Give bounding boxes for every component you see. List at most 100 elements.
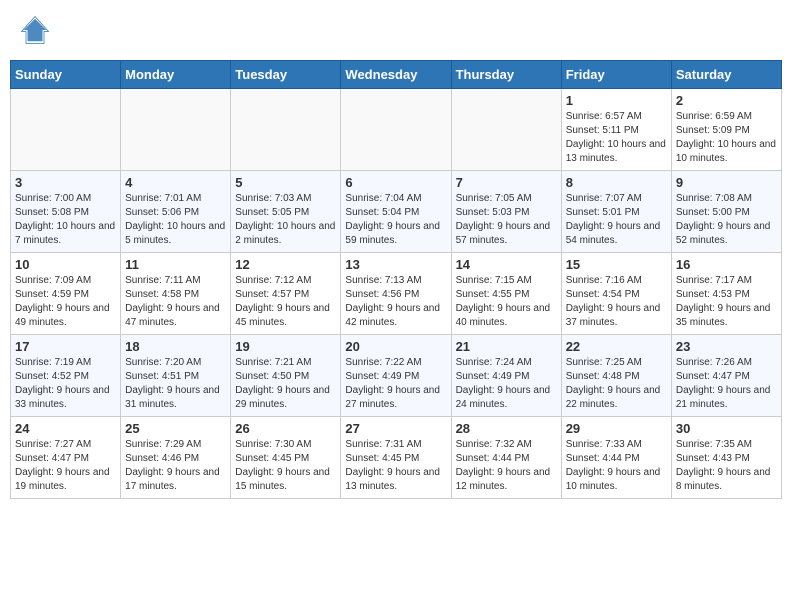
day-number: 10 <box>15 257 116 272</box>
calendar-cell: 24 Sunrise: 7:27 AM Sunset: 4:47 PM Dayli… <box>11 417 121 499</box>
day-number: 5 <box>235 175 336 190</box>
calendar-cell: 25 Sunrise: 7:29 AM Sunset: 4:46 PM Dayli… <box>121 417 231 499</box>
day-number: 22 <box>566 339 667 354</box>
day-info: Sunrise: 7:09 AM Sunset: 4:59 PM Dayligh… <box>15 274 116 330</box>
day-number: 23 <box>676 339 777 354</box>
day-number: 18 <box>125 339 226 354</box>
day-info: Sunrise: 7:16 AM Sunset: 4:54 PM Dayligh… <box>566 274 667 330</box>
calendar-cell <box>11 89 121 171</box>
calendar-cell: 11 Sunrise: 7:11 AM Sunset: 4:58 PM Dayli… <box>121 253 231 335</box>
day-number: 7 <box>456 175 557 190</box>
column-header-wednesday: Wednesday <box>341 61 451 89</box>
day-number: 16 <box>676 257 777 272</box>
column-header-tuesday: Tuesday <box>231 61 341 89</box>
day-info: Sunrise: 7:35 AM Sunset: 4:43 PM Dayligh… <box>676 438 777 494</box>
day-info: Sunrise: 7:29 AM Sunset: 4:46 PM Dayligh… <box>125 438 226 494</box>
calendar-cell: 3 Sunrise: 7:00 AM Sunset: 5:08 PM Daylig… <box>11 171 121 253</box>
day-info: Sunrise: 7:22 AM Sunset: 4:49 PM Dayligh… <box>345 356 446 412</box>
calendar-cell: 20Sunrise: 7:22 AM Sunset: 4:49 PM Dayli… <box>341 335 451 417</box>
day-info: Sunrise: 7:26 AM Sunset: 4:47 PM Dayligh… <box>676 356 777 412</box>
calendar-cell: 18 Sunrise: 7:20 AM Sunset: 4:51 PM Dayli… <box>121 335 231 417</box>
calendar-cell: 2 Sunrise: 6:59 AM Sunset: 5:09 PM Daylig… <box>671 89 781 171</box>
day-info: Sunrise: 7:04 AM Sunset: 5:04 PM Dayligh… <box>345 192 446 248</box>
day-info: Sunrise: 7:13 AM Sunset: 4:56 PM Dayligh… <box>345 274 446 330</box>
day-number: 2 <box>676 93 777 108</box>
day-number: 13 <box>345 257 446 272</box>
day-info: Sunrise: 7:32 AM Sunset: 4:44 PM Dayligh… <box>456 438 557 494</box>
calendar-cell <box>231 89 341 171</box>
calendar-cell: 7 Sunrise: 7:05 AM Sunset: 5:03 PM Daylig… <box>451 171 561 253</box>
calendar-cell: 26Sunrise: 7:30 AM Sunset: 4:45 PM Dayli… <box>231 417 341 499</box>
day-number: 8 <box>566 175 667 190</box>
day-info: Sunrise: 7:00 AM Sunset: 5:08 PM Dayligh… <box>15 192 116 248</box>
day-info: Sunrise: 7:19 AM Sunset: 4:52 PM Dayligh… <box>15 356 116 412</box>
calendar-cell: 16 Sunrise: 7:17 AM Sunset: 4:53 PM Dayli… <box>671 253 781 335</box>
day-number: 1 <box>566 93 667 108</box>
day-number: 9 <box>676 175 777 190</box>
day-info: Sunrise: 7:12 AM Sunset: 4:57 PM Dayligh… <box>235 274 336 330</box>
calendar-cell: 14 Sunrise: 7:15 AM Sunset: 4:55 PM Dayli… <box>451 253 561 335</box>
day-info: Sunrise: 7:08 AM Sunset: 5:00 PM Dayligh… <box>676 192 777 248</box>
day-number: 14 <box>456 257 557 272</box>
day-info: Sunrise: 7:15 AM Sunset: 4:55 PM Dayligh… <box>456 274 557 330</box>
day-number: 12 <box>235 257 336 272</box>
day-number: 29 <box>566 421 667 436</box>
day-number: 3 <box>15 175 116 190</box>
day-info: Sunrise: 7:11 AM Sunset: 4:58 PM Dayligh… <box>125 274 226 330</box>
calendar-cell: 22 Sunrise: 7:25 AM Sunset: 4:48 PM Dayli… <box>561 335 671 417</box>
calendar-cell: 21 Sunrise: 7:24 AM Sunset: 4:49 PM Dayli… <box>451 335 561 417</box>
day-number: 27 <box>345 421 446 436</box>
day-info: Sunrise: 7:30 AM Sunset: 4:45 PM Dayligh… <box>235 438 336 494</box>
day-number: 24 <box>15 421 116 436</box>
day-info: Sunrise: 7:24 AM Sunset: 4:49 PM Dayligh… <box>456 356 557 412</box>
calendar-cell: 13 Sunrise: 7:13 AM Sunset: 4:56 PM Dayli… <box>341 253 451 335</box>
day-info: Sunrise: 7:21 AM Sunset: 4:50 PM Dayligh… <box>235 356 336 412</box>
calendar-cell: 6 Sunrise: 7:04 AM Sunset: 5:04 PM Daylig… <box>341 171 451 253</box>
calendar-cell <box>341 89 451 171</box>
calendar-cell: 17Sunrise: 7:19 AM Sunset: 4:52 PM Dayli… <box>11 335 121 417</box>
calendar-cell: 12 Sunrise: 7:12 AM Sunset: 4:57 PM Dayli… <box>231 253 341 335</box>
day-number: 25 <box>125 421 226 436</box>
day-info: Sunrise: 7:27 AM Sunset: 4:47 PM Dayligh… <box>15 438 116 494</box>
calendar-cell: 30 Sunrise: 7:35 AM Sunset: 4:43 PM Dayli… <box>671 417 781 499</box>
day-info: Sunrise: 7:17 AM Sunset: 4:53 PM Dayligh… <box>676 274 777 330</box>
day-info: Sunrise: 7:01 AM Sunset: 5:06 PM Dayligh… <box>125 192 226 248</box>
logo <box>20 15 55 45</box>
column-header-monday: Monday <box>121 61 231 89</box>
calendar-cell: 15 Sunrise: 7:16 AM Sunset: 4:54 PM Dayli… <box>561 253 671 335</box>
day-number: 15 <box>566 257 667 272</box>
calendar-cell: 4 Sunrise: 7:01 AM Sunset: 5:06 PM Daylig… <box>121 171 231 253</box>
day-info: Sunrise: 7:07 AM Sunset: 5:01 PM Dayligh… <box>566 192 667 248</box>
calendar-cell: 10 Sunrise: 7:09 AM Sunset: 4:59 PM Dayli… <box>11 253 121 335</box>
day-info: Sunrise: 7:33 AM Sunset: 4:44 PM Dayligh… <box>566 438 667 494</box>
day-info: Sunrise: 7:03 AM Sunset: 5:05 PM Dayligh… <box>235 192 336 248</box>
calendar-cell: 23 Sunrise: 7:26 AM Sunset: 4:47 PM Dayli… <box>671 335 781 417</box>
calendar-cell <box>451 89 561 171</box>
calendar-cell: 28 Sunrise: 7:32 AM Sunset: 4:44 PM Dayli… <box>451 417 561 499</box>
column-header-friday: Friday <box>561 61 671 89</box>
day-number: 19 <box>235 339 336 354</box>
day-info: Sunrise: 6:59 AM Sunset: 5:09 PM Dayligh… <box>676 110 777 166</box>
calendar-cell: 19 Sunrise: 7:21 AM Sunset: 4:50 PM Dayli… <box>231 335 341 417</box>
column-header-sunday: Sunday <box>11 61 121 89</box>
day-info: Sunrise: 7:05 AM Sunset: 5:03 PM Dayligh… <box>456 192 557 248</box>
page-header <box>10 10 782 50</box>
column-header-thursday: Thursday <box>451 61 561 89</box>
calendar-cell: 8 Sunrise: 7:07 AM Sunset: 5:01 PM Daylig… <box>561 171 671 253</box>
day-info: Sunrise: 7:20 AM Sunset: 4:51 PM Dayligh… <box>125 356 226 412</box>
calendar-cell <box>121 89 231 171</box>
calendar-cell: 9 Sunrise: 7:08 AM Sunset: 5:00 PM Daylig… <box>671 171 781 253</box>
day-number: 21 <box>456 339 557 354</box>
day-info: Sunrise: 7:25 AM Sunset: 4:48 PM Dayligh… <box>566 356 667 412</box>
day-number: 6 <box>345 175 446 190</box>
day-info: Sunrise: 6:57 AM Sunset: 5:11 PM Dayligh… <box>566 110 667 166</box>
calendar-header: SundayMondayTuesdayWednesdayThursdayFrid… <box>11 61 782 89</box>
day-number: 11 <box>125 257 226 272</box>
day-number: 28 <box>456 421 557 436</box>
logo-icon <box>20 15 50 45</box>
column-header-saturday: Saturday <box>671 61 781 89</box>
day-info: Sunrise: 7:31 AM Sunset: 4:45 PM Dayligh… <box>345 438 446 494</box>
day-number: 4 <box>125 175 226 190</box>
calendar-cell: 27 Sunrise: 7:31 AM Sunset: 4:45 PM Dayli… <box>341 417 451 499</box>
day-number: 30 <box>676 421 777 436</box>
